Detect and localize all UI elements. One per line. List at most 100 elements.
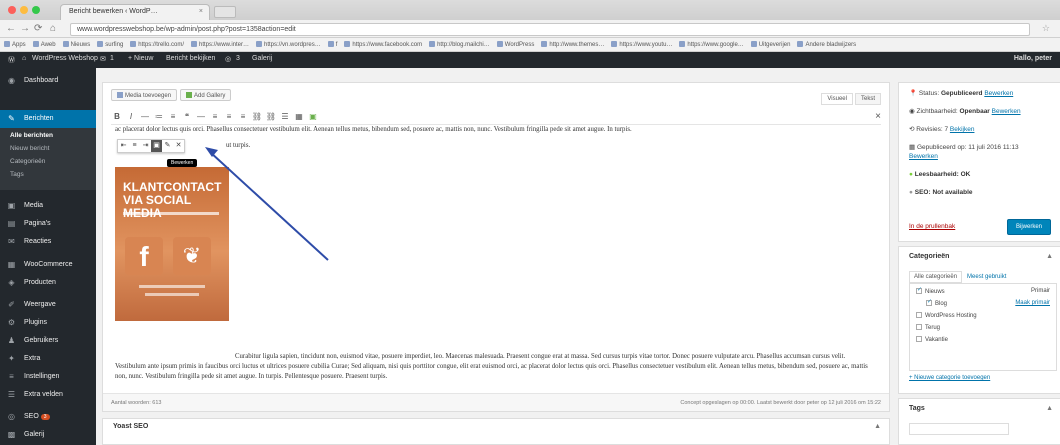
no-align-icon[interactable]: ▣: [151, 140, 162, 152]
update-button[interactable]: Bijwerken: [1007, 219, 1051, 235]
make-primary-link[interactable]: Maak primair: [1015, 300, 1050, 306]
sidebar-item-dashboard[interactable]: ◉ Dashboard: [0, 72, 96, 90]
back-icon[interactable]: ←: [6, 23, 16, 34]
bookmark-item[interactable]: https://www.facebook.com: [344, 41, 422, 48]
sidebar-item-extra-velden[interactable]: ☰ Extra velden: [0, 386, 96, 404]
bookmark-item[interactable]: surfing: [97, 41, 123, 48]
tags-input[interactable]: [909, 423, 1009, 435]
submenu-item[interactable]: Alle berichten: [10, 132, 53, 139]
bookmark-item[interactable]: Uitgeverijen: [750, 41, 790, 48]
bullet-list-icon[interactable]: ≔: [153, 111, 165, 123]
bold-icon[interactable]: B: [111, 111, 123, 123]
quote-icon[interactable]: ❝: [181, 111, 193, 123]
status-edit-link[interactable]: Bewerken: [984, 90, 1013, 97]
bookmark-item[interactable]: Nieuws: [62, 41, 90, 48]
close-toolbar-icon[interactable]: ×: [875, 111, 881, 122]
align-left-icon[interactable]: ⇤: [118, 140, 129, 152]
comments-count[interactable]: 1: [110, 55, 114, 62]
trash-link[interactable]: In de prullenbak: [909, 223, 955, 230]
category-item[interactable]: Vakantie: [916, 336, 948, 343]
site-name-link[interactable]: WordPress Webshop: [32, 55, 98, 62]
visibility-edit-link[interactable]: Bewerken: [992, 108, 1021, 115]
tab-close-icon[interactable]: ×: [199, 8, 203, 15]
bookmark-star-icon[interactable]: ☆: [1042, 23, 1050, 34]
more-icon[interactable]: ☰: [279, 111, 291, 123]
remove-icon[interactable]: ✕: [173, 140, 184, 152]
numbered-list-icon[interactable]: ≡: [167, 111, 179, 123]
sidebar-item-woocommerce[interactable]: ▦ WooCommerce: [0, 256, 96, 274]
bookmark-item[interactable]: http://www.themes…: [541, 41, 604, 48]
sidebar-item-instellingen[interactable]: ≡ Instellingen: [0, 368, 96, 386]
sidebar-item-media[interactable]: ▣ Media: [0, 197, 96, 215]
sidebar-item-berichten[interactable]: ✎ Berichten: [0, 110, 96, 128]
comments-icon[interactable]: ✉: [100, 55, 106, 63]
sidebar-item-pagina-s[interactable]: ▤ Pagina's: [0, 215, 96, 233]
bookmark-item[interactable]: Apps: [4, 41, 26, 48]
bookmark-item[interactable]: https://vn.wordpres…: [256, 41, 321, 48]
sidebar-item-seo[interactable]: ◎ SEO 3: [0, 408, 96, 426]
link-icon[interactable]: ⛓: [251, 111, 263, 123]
sidebar-item-producten[interactable]: ◈ Producten: [0, 274, 96, 292]
table-icon[interactable]: ▦: [293, 111, 305, 123]
add-media-button[interactable]: Media toevoegen: [111, 89, 178, 101]
align-center-icon[interactable]: ≡: [129, 140, 140, 152]
align-center-icon[interactable]: ≡: [223, 111, 235, 123]
seo-icon[interactable]: ◎: [225, 55, 231, 63]
new-content-link[interactable]: + Nieuw: [128, 55, 153, 62]
add-category-link[interactable]: + Nieuwe categorie toevoegen: [909, 375, 990, 381]
bookmark-item[interactable]: Aweb: [32, 41, 56, 48]
hr-icon[interactable]: —: [195, 111, 207, 123]
close-window-icon[interactable]: [8, 6, 16, 14]
sidebar-item-weergave[interactable]: ✐ Weergave: [0, 296, 96, 314]
home-icon[interactable]: ⌂: [50, 23, 56, 34]
view-post-link[interactable]: Bericht bekijken: [166, 55, 215, 62]
category-item[interactable]: Nieuws: [916, 286, 945, 295]
reload-icon[interactable]: ⟳: [34, 23, 42, 34]
italic-icon[interactable]: I: [125, 111, 137, 123]
toggle-arrow-icon[interactable]: ▲: [1046, 405, 1053, 412]
category-checkbox[interactable]: [916, 336, 922, 342]
sidebar-item-gebruikers[interactable]: ♟ Gebruikers: [0, 332, 96, 350]
toggle-arrow-icon[interactable]: ▲: [874, 423, 881, 430]
bookmark-item[interactable]: https://www.youtu…: [611, 41, 672, 48]
yoast-seo-box[interactable]: Yoast SEO ▲: [102, 418, 890, 445]
gallery-link[interactable]: Galerij: [252, 55, 272, 62]
new-tab-button[interactable]: [214, 6, 236, 18]
bookmark-item[interactable]: WordPress: [496, 41, 534, 48]
tab-most-used[interactable]: Meest gebruikt: [962, 271, 1012, 283]
submenu-item[interactable]: Tags: [10, 171, 24, 178]
add-gallery-button[interactable]: Add Gallery: [180, 89, 232, 101]
category-item[interactable]: Blog: [926, 298, 947, 307]
sidebar-item-galerij[interactable]: ▩ Galerij: [0, 426, 96, 444]
tab-text[interactable]: Tekst: [854, 93, 881, 105]
bookmark-item[interactable]: f: [327, 41, 337, 48]
browser-tab[interactable]: Bericht bewerken ‹ WordP… ×: [60, 4, 210, 20]
align-right-icon[interactable]: ≡: [237, 111, 249, 123]
category-checkbox[interactable]: [916, 324, 922, 330]
category-item[interactable]: WordPress Hosting: [916, 312, 977, 319]
sidebar-item-extra[interactable]: ✦ Extra: [0, 350, 96, 368]
category-item[interactable]: Terug: [916, 324, 940, 331]
gallery-icon[interactable]: ▣: [307, 111, 319, 123]
seo-count[interactable]: 3: [236, 55, 240, 62]
toggle-arrow-icon[interactable]: ▲: [1046, 253, 1053, 260]
align-left-icon[interactable]: ≡: [209, 111, 221, 123]
category-checkbox[interactable]: [926, 298, 932, 306]
edit-pencil-icon[interactable]: ✎: [162, 140, 173, 152]
forward-icon[interactable]: →: [20, 23, 30, 34]
tab-visual[interactable]: Visueel: [821, 93, 853, 105]
howdy-user-menu[interactable]: Hallo, peter: [1014, 55, 1052, 62]
category-checkbox[interactable]: [916, 286, 922, 294]
align-right-icon[interactable]: ⇥: [140, 140, 151, 152]
published-edit-link[interactable]: Bewerken: [909, 153, 938, 160]
category-checkbox[interactable]: [916, 312, 922, 318]
book-cover-image[interactable]: KLANTCONTACT VIA SOCIAL MEDIA f ❦: [115, 167, 229, 321]
revisions-link[interactable]: Bekijken: [950, 126, 975, 133]
bookmark-item[interactable]: http://blog.mailchi…: [429, 41, 490, 48]
tab-all-categories[interactable]: Alle categorieën: [909, 271, 963, 283]
submenu-item[interactable]: Categorieën: [10, 158, 45, 165]
url-input[interactable]: www.wordpresswebshop.be/wp-admin/post.ph…: [70, 23, 1030, 36]
maximize-window-icon[interactable]: [32, 6, 40, 14]
hr-icon[interactable]: —: [139, 111, 151, 123]
minimize-window-icon[interactable]: [20, 6, 28, 14]
